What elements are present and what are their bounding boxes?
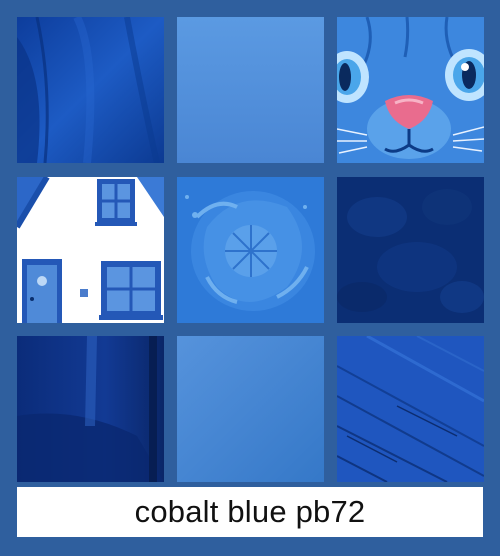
wood-planks-image	[337, 336, 484, 482]
paint-swirl-image	[177, 177, 324, 323]
cat-face-image	[337, 17, 484, 163]
gradient-swatch-image	[177, 336, 324, 482]
white-house-image	[17, 177, 164, 323]
caption-bar: cobalt blue pb72	[17, 487, 483, 537]
flat-swatch-image	[177, 17, 324, 163]
fabric-garment-image	[17, 17, 164, 163]
caption-text: cobalt blue pb72	[134, 494, 366, 529]
dark-texture-image	[337, 177, 484, 323]
swatch-collage: cobalt blue pb72	[0, 0, 500, 556]
glossy-surface-image	[17, 336, 164, 482]
